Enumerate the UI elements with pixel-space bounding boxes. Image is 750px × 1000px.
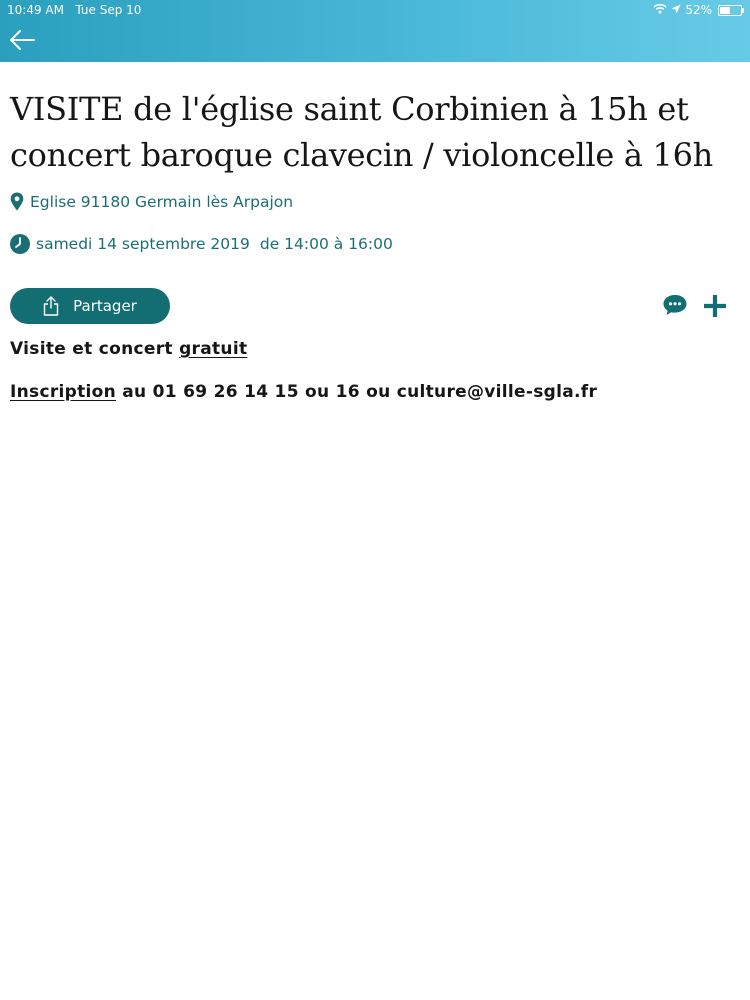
battery-icon xyxy=(718,4,744,16)
plus-icon xyxy=(703,295,727,322)
comment-button[interactable] xyxy=(662,293,688,319)
event-time-text: de 14:00 à 16:00 xyxy=(259,235,393,253)
description-line-registration: Inscription au 01 69 26 14 15 ou 16 ou c… xyxy=(10,382,597,402)
status-bar: 10:49 AM Tue Sep 10 52% xyxy=(0,0,750,20)
description-line-price: Visite et concert gratuit xyxy=(10,339,247,359)
share-icon xyxy=(43,296,59,316)
back-button[interactable] xyxy=(8,28,40,56)
map-pin-icon xyxy=(10,192,24,211)
battery-percent: 52% xyxy=(685,3,712,17)
arrow-left-icon xyxy=(8,30,36,56)
status-clock: 10:49 AM xyxy=(7,3,64,17)
status-indicators: 52% xyxy=(653,0,744,20)
registration-link[interactable]: Inscription xyxy=(10,382,116,402)
registration-contact-text: au 01 69 26 14 15 ou 16 ou culture@ville… xyxy=(116,382,598,402)
wifi-icon xyxy=(653,0,667,20)
event-datetime: samedi 14 septembre 2019 de 14:00 à 16:0… xyxy=(10,234,393,254)
battery-fill xyxy=(720,6,730,14)
event-location-text: Eglise 91180 Germain lès Arpajon xyxy=(30,192,294,211)
event-date-text: samedi 14 septembre 2019 xyxy=(36,235,250,253)
add-button[interactable] xyxy=(703,294,729,320)
clock-icon xyxy=(10,234,30,254)
share-label: Partager xyxy=(73,297,137,315)
location-arrow-icon xyxy=(671,0,681,20)
share-button[interactable]: Partager xyxy=(10,288,170,324)
app-header: 10:49 AM Tue Sep 10 52% xyxy=(0,0,750,62)
status-time: 10:49 AM Tue Sep 10 xyxy=(7,0,141,20)
event-location[interactable]: Eglise 91180 Germain lès Arpajon xyxy=(10,192,293,211)
free-link[interactable]: gratuit xyxy=(179,339,247,359)
price-text: Visite et concert xyxy=(10,339,180,359)
status-date: Tue Sep 10 xyxy=(75,3,142,17)
event-title: VISITE de l'église saint Corbinien à 15h… xyxy=(10,90,713,174)
comment-icon xyxy=(662,295,688,321)
